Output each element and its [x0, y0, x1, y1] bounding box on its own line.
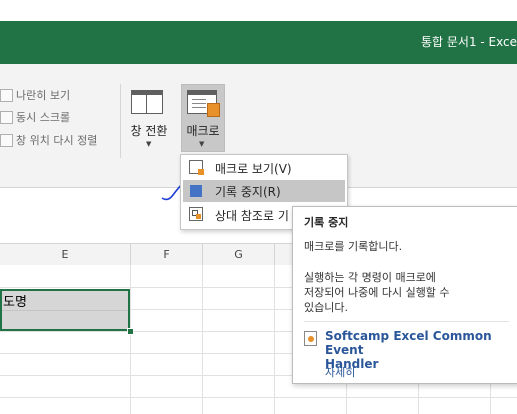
macros-icon: [187, 90, 220, 117]
reset-position-icon: [0, 133, 13, 147]
synchronous-scrolling-label: 동시 스크롤: [16, 111, 71, 124]
tooltip-detail-line: 실행하는 각 명령이 매크로에: [304, 271, 436, 284]
window-title: 통합 문서1 - Exce: [420, 35, 517, 49]
fill-handle[interactable]: [127, 328, 134, 335]
column-header-f[interactable]: F: [131, 244, 203, 265]
sync-scroll-icon: [0, 110, 13, 124]
macros-label: 매크로: [186, 124, 220, 138]
addin-icon: [304, 331, 317, 346]
tooltip-title: 기록 중지: [304, 216, 349, 229]
tooltip-divider: [304, 321, 509, 322]
stop-recording-tooltip: 기록 중지 매크로를 기록합니다. 실행하는 각 명령이 매크로에 저장되어 나…: [292, 206, 517, 384]
menu-item-label: 상대 참조로 기: [215, 209, 289, 223]
addin-name-line: Softcamp Excel Common Event: [325, 329, 492, 357]
tooltip-detail-line: 저장되어 나중에 다시 실행할 수: [304, 286, 450, 299]
view-macros-icon: [189, 160, 204, 175]
synchronous-scrolling-button[interactable]: 동시 스크롤: [0, 108, 70, 126]
reset-window-position-label: 창 위치 다시 정렬: [16, 134, 98, 147]
tooltip-detail-line: 있습니다.: [304, 301, 348, 314]
reset-window-position-button[interactable]: 창 위치 다시 정렬: [0, 131, 97, 149]
macros-dropdown-icon: ▼: [199, 140, 205, 148]
switch-windows-button[interactable]: 창 전환: [127, 122, 171, 139]
title-bar: 통합 문서1 - Exce: [0, 21, 517, 64]
switch-windows-dropdown-icon[interactable]: ▼: [146, 140, 151, 148]
menu-item-view-macros[interactable]: 매크로 보기(V): [183, 157, 345, 179]
column-header-e[interactable]: E: [0, 244, 131, 265]
column-header-g[interactable]: G: [203, 244, 275, 265]
side-by-side-icon: [0, 88, 13, 102]
stop-square-icon: [190, 185, 202, 197]
view-side-by-side-button[interactable]: 나란히 보기: [0, 86, 70, 104]
menu-item-label: 매크로 보기(V): [215, 162, 292, 176]
menu-item-stop-recording[interactable]: 기록 중지(R): [183, 180, 345, 202]
tooltip-description: 매크로를 기록합니다.: [304, 240, 403, 253]
switch-windows-icon[interactable]: [131, 90, 163, 114]
menu-item-label: 기록 중지(R): [215, 185, 281, 199]
view-side-by-side-label: 나란히 보기: [16, 89, 71, 102]
relative-reference-icon: [189, 207, 203, 221]
cell-e-text: 도명: [3, 295, 27, 310]
ribbon-divider: [120, 84, 121, 158]
tooltip-more-info-link[interactable]: 자세히: [325, 364, 355, 380]
